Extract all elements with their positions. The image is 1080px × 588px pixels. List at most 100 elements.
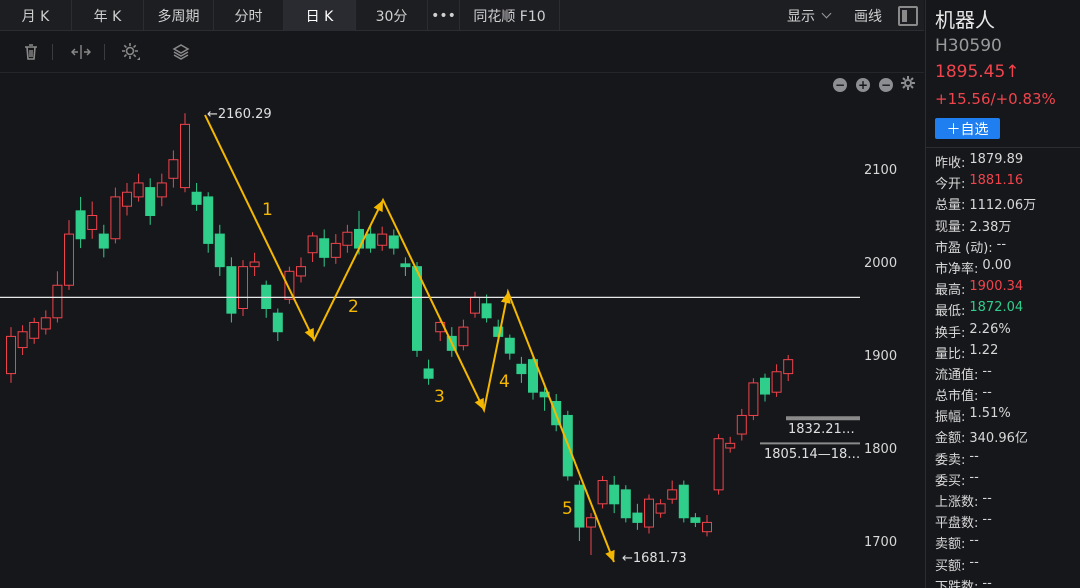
shrink-icon[interactable]: − xyxy=(879,78,893,92)
candle-up xyxy=(87,215,98,230)
draw-line-button[interactable]: 画线 xyxy=(842,0,894,31)
candle-up xyxy=(6,335,16,375)
y-tick-label: 2100 xyxy=(864,163,897,178)
stat-value: 1.51% xyxy=(969,406,1011,422)
price-annotation: 1805.14—18… xyxy=(764,447,860,462)
tab-f10[interactable]: 同花顺 F10 xyxy=(460,0,560,31)
panel-toggle-icon[interactable] xyxy=(898,5,918,26)
tab-multi[interactable]: 多周期 xyxy=(144,0,214,31)
candle-up xyxy=(667,489,678,500)
stat-value: -- xyxy=(982,363,992,379)
candle-down xyxy=(609,484,620,505)
tab-more[interactable]: ••• xyxy=(428,0,460,31)
stat-key: 流通值: xyxy=(935,367,979,383)
stat-row: 流通值: -- xyxy=(935,364,1036,385)
y-tick-label: 1700 xyxy=(864,535,897,550)
candle-up xyxy=(644,498,654,528)
candle-up xyxy=(29,321,40,339)
candle-up xyxy=(40,317,51,330)
candle-down xyxy=(203,196,214,244)
candle-down xyxy=(760,377,770,395)
tab-day[interactable]: 日 K xyxy=(284,0,356,31)
candle-down xyxy=(504,337,515,354)
tab-30min[interactable]: 30分 xyxy=(356,0,428,31)
chart-settings-icon[interactable] xyxy=(900,75,918,93)
candle-up xyxy=(377,233,388,246)
stat-key: 昨收: xyxy=(935,156,966,171)
layers-icon[interactable] xyxy=(170,41,192,63)
period-tab-bar: 月 K年 K 多周期 分时日 K 30分 ••• 同花顺 F10 显示 画线 xyxy=(0,0,924,31)
stat-row: 最低: 1872.04 xyxy=(935,300,1036,321)
candle-up xyxy=(156,182,167,198)
stat-key: 最高: xyxy=(935,283,966,299)
stat-row: 振幅: 1.51% xyxy=(935,406,1036,427)
stat-value: -- xyxy=(969,533,979,549)
y-tick-label: 1800 xyxy=(864,442,897,457)
stat-row: 金额: 340.96亿 xyxy=(935,427,1036,448)
candle-up xyxy=(296,266,306,277)
price-annotation: ←1681.73 xyxy=(622,551,687,566)
candle-down xyxy=(690,517,701,523)
candle-up xyxy=(771,371,782,393)
candle-down xyxy=(365,233,376,249)
candle-down xyxy=(388,235,399,249)
stat-key: 总量: xyxy=(935,198,966,214)
split-icon[interactable] xyxy=(70,41,92,63)
candle-down xyxy=(98,233,109,249)
candle-down xyxy=(145,187,156,216)
stat-row: 委卖: -- xyxy=(935,449,1036,470)
tab-month[interactable]: 月 K xyxy=(0,0,72,31)
stat-row: 最高: 1900.34 xyxy=(935,279,1036,300)
zoom-out-icon[interactable]: − xyxy=(833,78,847,92)
stat-value: 2.26% xyxy=(969,321,1011,337)
chart-toolbar xyxy=(0,31,924,73)
stat-value: 1879.89 xyxy=(969,152,1024,167)
price-annotation: ←2160.29 xyxy=(207,107,272,122)
stat-row: 委买: -- xyxy=(935,470,1036,491)
candle-up xyxy=(458,326,469,347)
candle-down xyxy=(226,266,237,314)
candle-up xyxy=(470,296,480,314)
gear-icon[interactable] xyxy=(120,41,142,63)
candle-up xyxy=(586,517,596,528)
display-label: 显示 xyxy=(787,8,815,25)
wave-label: 2 xyxy=(348,297,359,317)
add-watchlist-button[interactable]: ＋自选 xyxy=(935,118,1000,139)
wave-line xyxy=(204,114,615,563)
candle-down xyxy=(75,210,86,240)
stat-key: 下跌数: xyxy=(935,579,979,588)
candle-up xyxy=(702,521,712,533)
zoom-in-icon[interactable]: + xyxy=(856,78,870,92)
kline-svg: 1700 1800 1900 2000 2100 1 2 3 4 5 ←2160.29 ←1681.7… xyxy=(0,107,897,566)
stat-key: 委买: xyxy=(935,473,966,489)
tab-year[interactable]: 年 K xyxy=(72,0,144,31)
tab-right-actions: 显示 画线 xyxy=(775,0,924,31)
trash-icon[interactable] xyxy=(20,41,42,63)
stat-row: 买额: -- xyxy=(935,555,1036,576)
stat-row: 现量: 2.38万 xyxy=(935,216,1036,237)
candle-down xyxy=(272,312,283,333)
stat-value: -- xyxy=(982,385,992,401)
candle-up xyxy=(736,414,747,435)
stock-code: H30590 xyxy=(935,36,1002,56)
candle-up xyxy=(133,182,144,198)
stat-key: 今开: xyxy=(935,177,966,193)
candle-down xyxy=(632,512,643,523)
stat-value: 1881.16 xyxy=(969,173,1024,189)
stat-row: 下跌数: -- xyxy=(935,576,1036,588)
stat-value: -- xyxy=(969,469,979,485)
candle-down xyxy=(481,303,492,319)
divider xyxy=(926,147,1080,148)
kline-chart[interactable]: 1700 1800 1900 2000 2100 1 2 3 4 5 ←2160.29 ←1681.7… xyxy=(0,73,924,588)
candle-up xyxy=(307,235,318,254)
stat-key: 上涨数: xyxy=(935,495,979,510)
candle-up xyxy=(180,123,190,189)
stock-change: +15.56/+0.83% xyxy=(935,90,1056,108)
tab-fenshi[interactable]: 分时 xyxy=(214,0,284,31)
chevron-down-icon xyxy=(821,8,832,19)
stat-row: 卖额: -- xyxy=(935,533,1036,554)
display-dropdown[interactable]: 显示 xyxy=(775,0,842,31)
candle-up xyxy=(52,284,63,319)
stat-row: 平盘数: -- xyxy=(935,512,1036,533)
stat-row: 换手: 2.26% xyxy=(935,322,1036,343)
